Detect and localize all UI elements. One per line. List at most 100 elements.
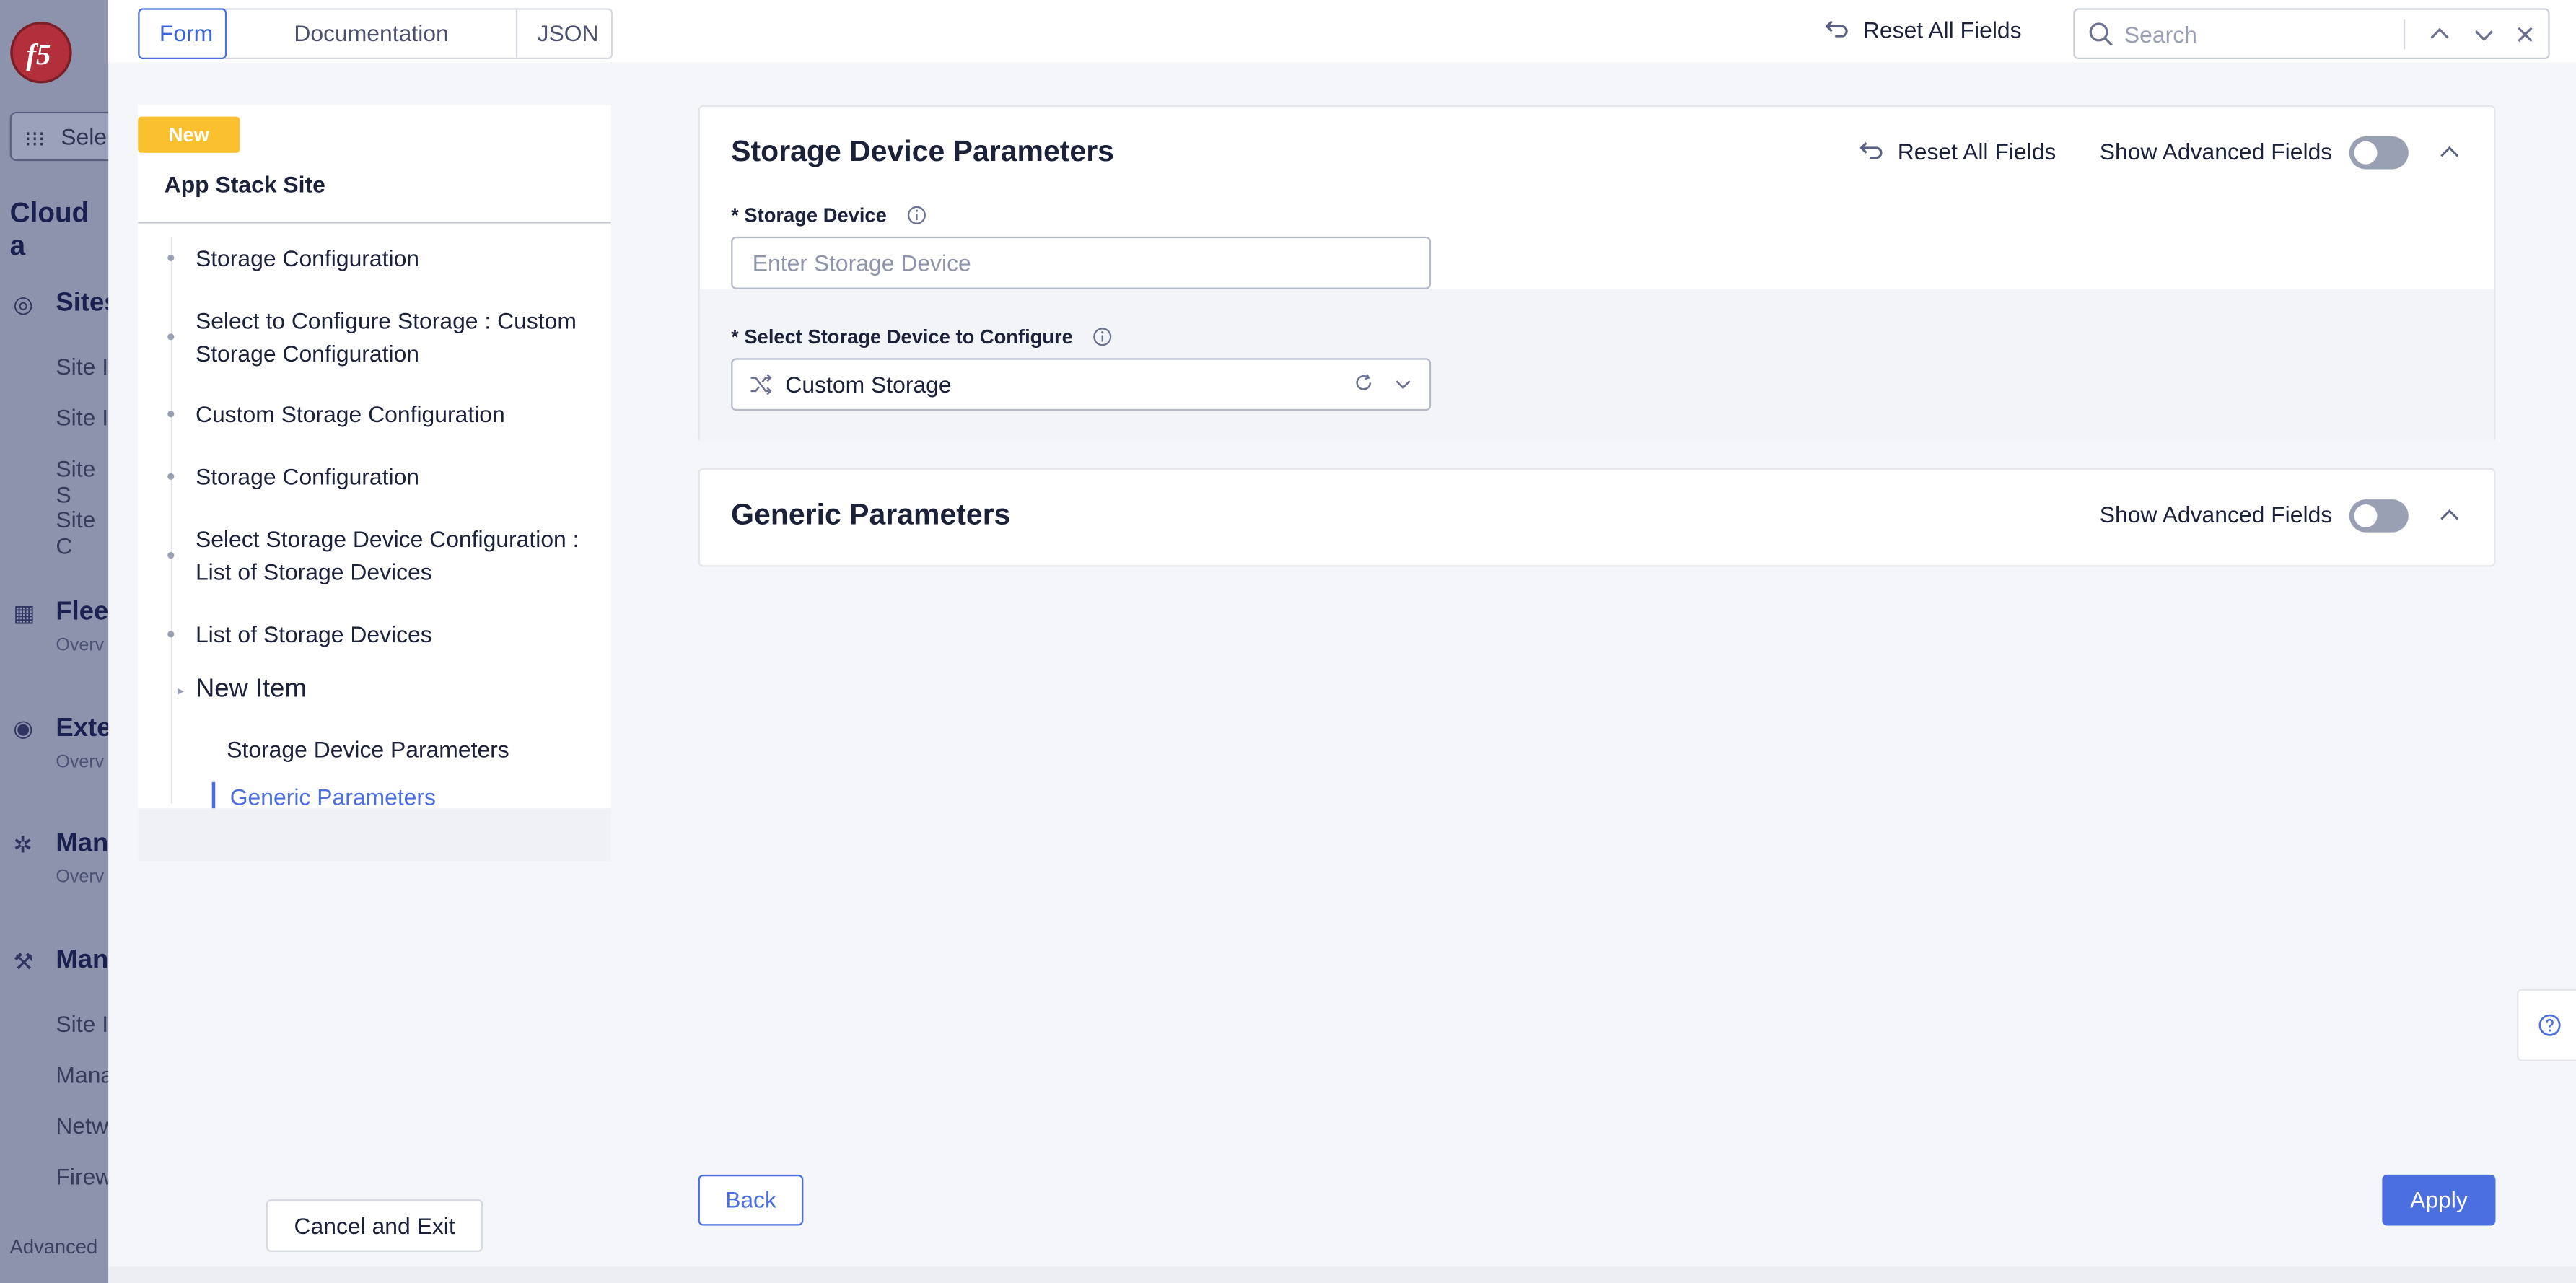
nav-section-manage-2[interactable]: Man bbox=[56, 946, 108, 976]
outline-item[interactable]: Storage Configuration bbox=[196, 460, 419, 494]
outline-subitem-storage-device-parameters[interactable]: Storage Device Parameters bbox=[227, 732, 509, 766]
tree-dot bbox=[167, 631, 175, 638]
tree-dot bbox=[167, 254, 175, 262]
generic-parameters-card: Generic Parameters Show Advanced Fields bbox=[698, 468, 2496, 567]
storage-device-config-select[interactable]: Custom Storage bbox=[731, 358, 1432, 411]
active-indicator bbox=[211, 781, 216, 812]
nav-section-manage[interactable]: Man bbox=[56, 830, 108, 859]
help-icon bbox=[2538, 1014, 2561, 1036]
chevron-down-icon[interactable] bbox=[1393, 375, 1413, 394]
reset-all-fields-button[interactable]: Reset All Fields bbox=[1823, 16, 2022, 43]
fleet-icon: ▦ bbox=[13, 600, 35, 626]
card-title: Generic Parameters bbox=[731, 497, 1011, 531]
outline-title: App Stack Site bbox=[164, 170, 325, 198]
chevron-up-icon[interactable] bbox=[2438, 141, 2461, 165]
nav-item[interactable]: Site C bbox=[56, 506, 108, 559]
nav-section-fleet[interactable]: Fleet bbox=[56, 598, 108, 628]
wrench-icon: ⚒ bbox=[13, 947, 34, 975]
nav-item[interactable]: Site I bbox=[56, 354, 108, 380]
show-advanced-fields-toggle[interactable] bbox=[2349, 136, 2409, 170]
grid-icon: ⁝⁝⁝ bbox=[25, 126, 45, 152]
reset-icon bbox=[1859, 141, 1883, 159]
reset-icon bbox=[1825, 20, 1848, 38]
info-icon[interactable] bbox=[1092, 327, 1112, 346]
outline-item[interactable]: Select Storage Device Configuration : Li… bbox=[196, 522, 598, 588]
nav-item[interactable]: Netw bbox=[56, 1112, 108, 1138]
outline-item[interactable]: Select to Configure Storage : Custom Sto… bbox=[196, 304, 598, 369]
tree-dot bbox=[167, 411, 175, 418]
nav-item[interactable]: Firew bbox=[56, 1163, 108, 1189]
select-storage-device-label-text: * Select Storage Device to Configure bbox=[731, 325, 1073, 349]
workspace-select-label: Sele bbox=[61, 123, 108, 150]
show-advanced-fields-label: Show Advanced Fields bbox=[2099, 501, 2333, 527]
card-reset-all-fields-button[interactable]: Reset All Fields bbox=[1858, 138, 2056, 165]
outline-item[interactable]: List of Storage Devices bbox=[196, 618, 432, 651]
info-icon[interactable] bbox=[906, 206, 926, 225]
reset-all-fields-label: Reset All Fields bbox=[1862, 16, 2022, 43]
new-badge: New bbox=[138, 116, 240, 153]
outline-item-new-item[interactable]: New Item bbox=[196, 673, 307, 706]
outline-item[interactable]: Storage Configuration bbox=[196, 242, 419, 275]
nav-section-sites[interactable]: Sites bbox=[56, 289, 108, 319]
select-value: Custom Storage bbox=[785, 371, 952, 398]
refresh-icon[interactable] bbox=[1354, 373, 1373, 393]
globe-icon: ◎ bbox=[13, 290, 34, 318]
storage-device-parameters-card: Storage Device Parameters Reset All Fiel… bbox=[698, 105, 2496, 442]
chevron-up-icon[interactable] bbox=[2438, 504, 2461, 527]
back-button[interactable]: Back bbox=[698, 1174, 804, 1226]
outline-footer bbox=[138, 808, 611, 862]
background-sidebar: f5 ⁝⁝⁝ Sele Cloud a ◎ Sites Site I Site … bbox=[0, 0, 109, 1283]
form-outline-panel: New App Stack Site Storage Configuration… bbox=[138, 105, 611, 862]
storage-device-label: * Storage Device bbox=[731, 203, 926, 227]
show-advanced-fields-toggle[interactable] bbox=[2349, 499, 2409, 533]
chevron-up-icon[interactable] bbox=[2423, 18, 2456, 51]
tree-line bbox=[170, 236, 173, 804]
gear-icon: ✲ bbox=[13, 831, 32, 858]
search-divider bbox=[2403, 19, 2406, 50]
nav-section-sub: Overv bbox=[56, 867, 105, 888]
toggle-knob bbox=[2354, 141, 2378, 165]
cancel-and-exit-button[interactable]: Cancel and Exit bbox=[266, 1199, 483, 1252]
nav-item[interactable]: Mana bbox=[56, 1061, 108, 1087]
close-icon[interactable] bbox=[2509, 18, 2542, 51]
form-modal: Form Documentation JSON Reset All Fields… bbox=[108, 0, 2576, 1283]
top-bar: Form Documentation JSON Reset All Fields bbox=[108, 0, 2576, 63]
nav-section-sub: Overv bbox=[56, 752, 105, 773]
outline-item[interactable]: Custom Storage Configuration bbox=[196, 398, 505, 431]
chevron-down-icon[interactable] bbox=[2468, 18, 2501, 51]
stage: f5 ⁝⁝⁝ Sele Cloud a ◎ Sites Site I Site … bbox=[0, 0, 2576, 1283]
nav-item[interactable]: Site I bbox=[56, 1010, 108, 1036]
tree-dot bbox=[167, 552, 175, 559]
view-tabs: Form Documentation JSON bbox=[138, 8, 613, 59]
advanced-link[interactable]: Advanced bbox=[10, 1235, 98, 1258]
toggle-knob bbox=[2354, 504, 2378, 527]
bottom-strip bbox=[108, 1266, 2576, 1283]
tab-documentation[interactable]: Documentation bbox=[227, 9, 518, 58]
external-icon: ◉ bbox=[13, 714, 34, 741]
shuffle-icon bbox=[750, 374, 772, 395]
nav-section-external[interactable]: Exte bbox=[56, 714, 108, 744]
card-reset-label: Reset All Fields bbox=[1897, 138, 2056, 165]
tab-form[interactable]: Form bbox=[138, 8, 227, 59]
svg-text:f5: f5 bbox=[26, 38, 51, 71]
apply-button[interactable]: Apply bbox=[2382, 1174, 2496, 1226]
nav-item[interactable]: Site S bbox=[56, 455, 108, 508]
card-title: Storage Device Parameters bbox=[731, 134, 1114, 168]
search-icon bbox=[2089, 22, 2113, 46]
workspace-select[interactable]: ⁝⁝⁝ Sele bbox=[9, 111, 109, 162]
storage-device-label-text: * Storage Device bbox=[731, 203, 887, 227]
caret-right-icon: ▸ bbox=[177, 683, 185, 699]
nav-item[interactable]: Site I bbox=[56, 404, 108, 430]
storage-device-input[interactable] bbox=[731, 236, 1432, 289]
search-input[interactable] bbox=[2124, 16, 2388, 53]
help-tab[interactable] bbox=[2517, 989, 2576, 1061]
f5-logo-icon: f5 bbox=[10, 22, 72, 84]
tab-json[interactable]: JSON bbox=[517, 10, 611, 58]
app-title: Cloud a bbox=[9, 197, 89, 262]
tree-dot bbox=[167, 473, 175, 480]
search-box bbox=[2073, 8, 2550, 59]
show-advanced-fields-label: Show Advanced Fields bbox=[2099, 138, 2333, 165]
nav-section-sub: Overv bbox=[56, 636, 105, 656]
select-storage-device-label: * Select Storage Device to Configure bbox=[731, 325, 1112, 349]
tree-dot bbox=[167, 333, 175, 341]
